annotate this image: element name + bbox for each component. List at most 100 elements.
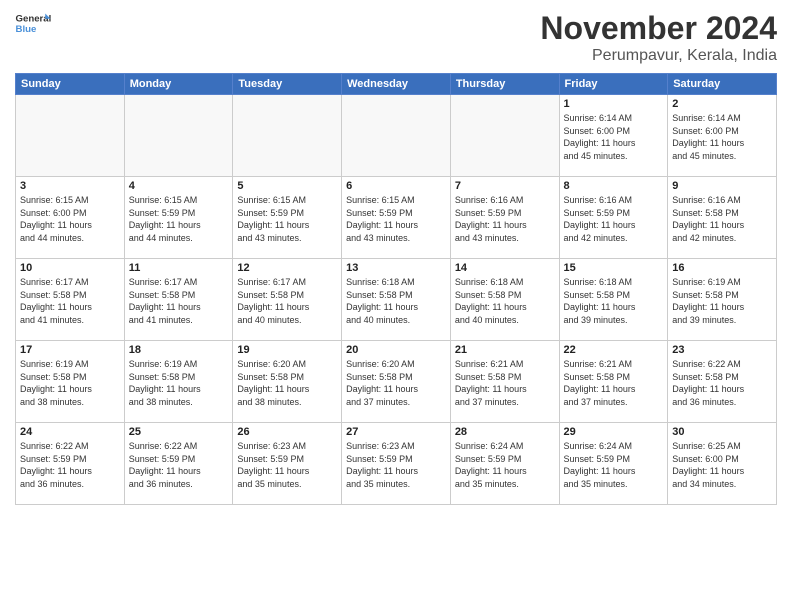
day-info: Sunrise: 6:20 AM Sunset: 5:58 PM Dayligh… [237,358,337,408]
calendar-cell: 21 Sunrise: 6:21 AM Sunset: 5:58 PM Dayli… [450,341,559,423]
day-number: 6 [346,180,446,192]
day-info: Sunrise: 6:17 AM Sunset: 5:58 PM Dayligh… [237,276,337,326]
page: General Blue November 2024 Perumpavur, K… [0,0,792,612]
day-number: 12 [237,262,337,274]
calendar-row-0: 1 Sunrise: 6:14 AM Sunset: 6:00 PM Daylig… [16,95,777,177]
calendar-cell [124,95,233,177]
calendar-cell: 24 Sunrise: 6:22 AM Sunset: 5:59 PM Dayli… [16,423,125,505]
calendar-cell: 5 Sunrise: 6:15 AM Sunset: 5:59 PM Daylig… [233,177,342,259]
calendar-cell: 29 Sunrise: 6:24 AM Sunset: 5:59 PM Dayli… [559,423,668,505]
day-info: Sunrise: 6:14 AM Sunset: 6:00 PM Dayligh… [672,112,772,162]
calendar-cell: 28Sunrise: 6:24 AM Sunset: 5:59 PM Dayli… [450,423,559,505]
day-number: 7 [455,180,555,192]
day-info: Sunrise: 6:16 AM Sunset: 5:59 PM Dayligh… [564,194,664,244]
svg-text:Blue: Blue [16,24,37,35]
day-number: 11 [129,262,229,274]
calendar-cell: 20 Sunrise: 6:20 AM Sunset: 5:58 PM Dayli… [342,341,451,423]
day-number: 18 [129,344,229,356]
day-info: Sunrise: 6:15 AM Sunset: 5:59 PM Dayligh… [129,194,229,244]
day-info: Sunrise: 6:24 AM Sunset: 5:59 PM Dayligh… [564,440,664,490]
day-info: Sunrise: 6:17 AM Sunset: 5:58 PM Dayligh… [20,276,120,326]
calendar-row-1: 3Sunrise: 6:15 AM Sunset: 6:00 PM Daylig… [16,177,777,259]
day-info: Sunrise: 6:18 AM Sunset: 5:58 PM Dayligh… [564,276,664,326]
calendar-cell: 15 Sunrise: 6:18 AM Sunset: 5:58 PM Dayli… [559,259,668,341]
day-info: Sunrise: 6:21 AM Sunset: 5:58 PM Dayligh… [564,358,664,408]
header: General Blue November 2024 Perumpavur, K… [15,10,777,65]
day-number: 22 [564,344,664,356]
day-number: 13 [346,262,446,274]
day-number: 24 [20,426,120,438]
calendar-cell: 9Sunrise: 6:16 AM Sunset: 5:58 PM Daylig… [668,177,777,259]
calendar-cell: 2 Sunrise: 6:14 AM Sunset: 6:00 PM Daylig… [668,95,777,177]
day-number: 30 [672,426,772,438]
day-info: Sunrise: 6:22 AM Sunset: 5:58 PM Dayligh… [672,358,772,408]
day-number: 5 [237,180,337,192]
day-info: Sunrise: 6:15 AM Sunset: 5:59 PM Dayligh… [346,194,446,244]
day-info: Sunrise: 6:16 AM Sunset: 5:59 PM Dayligh… [455,194,555,244]
day-info: Sunrise: 6:19 AM Sunset: 5:58 PM Dayligh… [672,276,772,326]
calendar-cell: 13Sunrise: 6:18 AM Sunset: 5:58 PM Dayli… [342,259,451,341]
day-number: 26 [237,426,337,438]
calendar-cell: 11 Sunrise: 6:17 AM Sunset: 5:58 PM Dayli… [124,259,233,341]
day-number: 1 [564,98,664,110]
calendar-cell: 12 Sunrise: 6:17 AM Sunset: 5:58 PM Dayli… [233,259,342,341]
calendar-cell: 18 Sunrise: 6:19 AM Sunset: 5:58 PM Dayli… [124,341,233,423]
calendar-header-row: Sunday Monday Tuesday Wednesday Thursday… [16,74,777,95]
day-info: Sunrise: 6:14 AM Sunset: 6:00 PM Dayligh… [564,112,664,162]
calendar-cell: 3Sunrise: 6:15 AM Sunset: 6:00 PM Daylig… [16,177,125,259]
calendar-row-4: 24 Sunrise: 6:22 AM Sunset: 5:59 PM Dayli… [16,423,777,505]
day-info: Sunrise: 6:15 AM Sunset: 5:59 PM Dayligh… [237,194,337,244]
day-info: Sunrise: 6:16 AM Sunset: 5:58 PM Dayligh… [672,194,772,244]
logo-icon: General Blue [15,10,51,38]
day-number: 16 [672,262,772,274]
calendar-cell: 6 Sunrise: 6:15 AM Sunset: 5:59 PM Daylig… [342,177,451,259]
day-info: Sunrise: 6:17 AM Sunset: 5:58 PM Dayligh… [129,276,229,326]
day-number: 21 [455,344,555,356]
day-info: Sunrise: 6:19 AM Sunset: 5:58 PM Dayligh… [129,358,229,408]
day-number: 17 [20,344,120,356]
day-info: Sunrise: 6:22 AM Sunset: 5:59 PM Dayligh… [20,440,120,490]
col-saturday: Saturday [668,74,777,95]
month-title: November 2024 [540,10,777,47]
day-info: Sunrise: 6:18 AM Sunset: 5:58 PM Dayligh… [455,276,555,326]
day-number: 2 [672,98,772,110]
day-number: 19 [237,344,337,356]
day-number: 15 [564,262,664,274]
day-info: Sunrise: 6:25 AM Sunset: 6:00 PM Dayligh… [672,440,772,490]
col-sunday: Sunday [16,74,125,95]
calendar-cell [16,95,125,177]
day-info: Sunrise: 6:15 AM Sunset: 6:00 PM Dayligh… [20,194,120,244]
day-info: Sunrise: 6:20 AM Sunset: 5:58 PM Dayligh… [346,358,446,408]
calendar-cell: 14Sunrise: 6:18 AM Sunset: 5:58 PM Dayli… [450,259,559,341]
day-info: Sunrise: 6:23 AM Sunset: 5:59 PM Dayligh… [237,440,337,490]
calendar-cell [342,95,451,177]
logo: General Blue [15,10,51,38]
day-number: 29 [564,426,664,438]
calendar-cell: 26 Sunrise: 6:23 AM Sunset: 5:59 PM Dayli… [233,423,342,505]
calendar-cell: 8Sunrise: 6:16 AM Sunset: 5:59 PM Daylig… [559,177,668,259]
calendar-cell: 23Sunrise: 6:22 AM Sunset: 5:58 PM Dayli… [668,341,777,423]
calendar-cell: 22 Sunrise: 6:21 AM Sunset: 5:58 PM Dayli… [559,341,668,423]
calendar-cell [450,95,559,177]
calendar-cell: 19 Sunrise: 6:20 AM Sunset: 5:58 PM Dayli… [233,341,342,423]
day-info: Sunrise: 6:23 AM Sunset: 5:59 PM Dayligh… [346,440,446,490]
calendar-cell: 27 Sunrise: 6:23 AM Sunset: 5:59 PM Dayli… [342,423,451,505]
location-title: Perumpavur, Kerala, India [540,47,777,65]
calendar-cell: 10 Sunrise: 6:17 AM Sunset: 5:58 PM Dayli… [16,259,125,341]
day-info: Sunrise: 6:19 AM Sunset: 5:58 PM Dayligh… [20,358,120,408]
calendar-row-3: 17 Sunrise: 6:19 AM Sunset: 5:58 PM Dayli… [16,341,777,423]
calendar-row-2: 10 Sunrise: 6:17 AM Sunset: 5:58 PM Dayli… [16,259,777,341]
col-tuesday: Tuesday [233,74,342,95]
col-monday: Monday [124,74,233,95]
calendar-cell: 17 Sunrise: 6:19 AM Sunset: 5:58 PM Dayli… [16,341,125,423]
day-number: 27 [346,426,446,438]
day-number: 10 [20,262,120,274]
col-thursday: Thursday [450,74,559,95]
calendar-cell: 30 Sunrise: 6:25 AM Sunset: 6:00 PM Dayli… [668,423,777,505]
day-number: 20 [346,344,446,356]
calendar-cell: 1 Sunrise: 6:14 AM Sunset: 6:00 PM Daylig… [559,95,668,177]
col-wednesday: Wednesday [342,74,451,95]
calendar-cell: 4Sunrise: 6:15 AM Sunset: 5:59 PM Daylig… [124,177,233,259]
calendar: Sunday Monday Tuesday Wednesday Thursday… [15,73,777,505]
day-info: Sunrise: 6:21 AM Sunset: 5:58 PM Dayligh… [455,358,555,408]
